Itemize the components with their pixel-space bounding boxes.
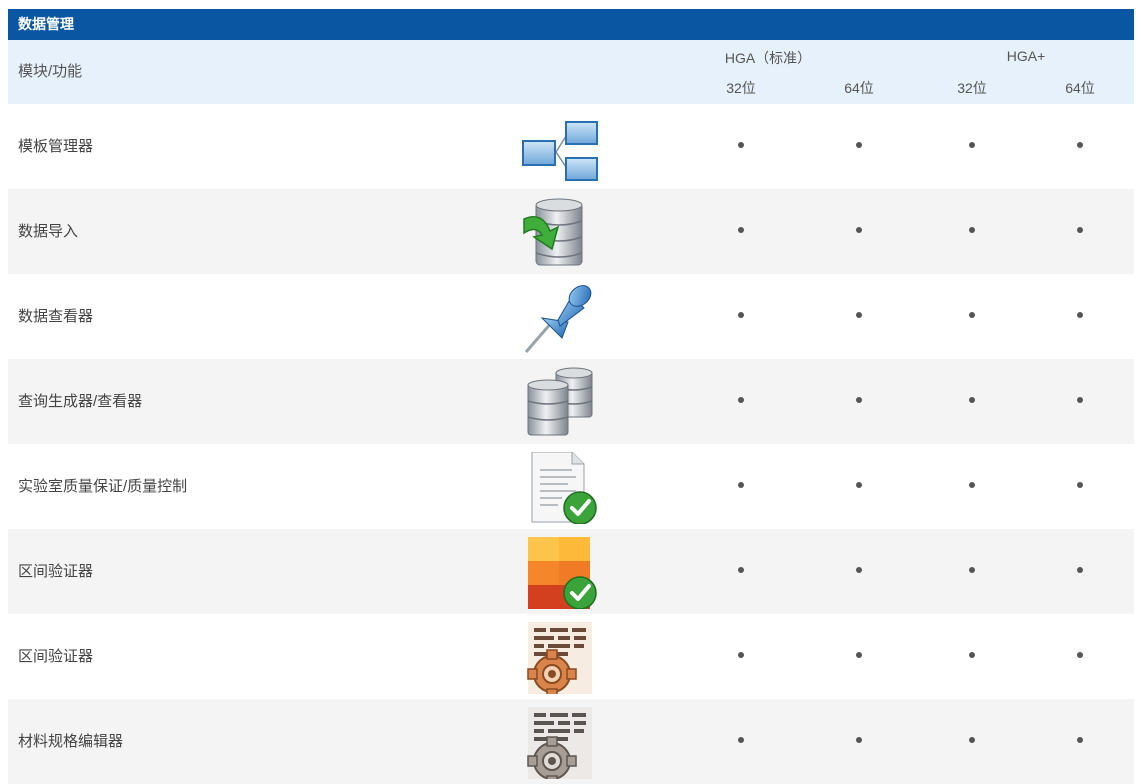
hga-plus-64bit-header: 64位 [1065, 80, 1095, 96]
module-name: 数据导入 [18, 223, 79, 240]
database-import-icon [522, 197, 598, 269]
table-row: 数据查看器 [8, 274, 1134, 359]
availability-dot [969, 312, 975, 318]
pushpin-icon [522, 282, 598, 354]
availability-dot [1077, 227, 1083, 233]
table-row: 模板管理器 [8, 104, 1134, 189]
availability-dot [738, 312, 744, 318]
availability-dot [1077, 397, 1083, 403]
hga-standard-64bit-header: 64位 [844, 80, 874, 96]
availability-dot [738, 482, 744, 488]
availability-dot [856, 227, 862, 233]
availability-dot [856, 567, 862, 573]
availability-dot [969, 652, 975, 658]
availability-dot [1077, 567, 1083, 573]
hga-standard-group-header: HGA（标准） [724, 50, 812, 66]
table-row: 实验室质量保证/质量控制 [8, 444, 1134, 529]
color-grid-check-icon [522, 537, 598, 609]
data-management-table: 数据管理 模块/功能 HGA（标准） HGA+ 32位 64位 32位 64位 … [8, 9, 1134, 784]
availability-dot [856, 312, 862, 318]
availability-dot [1077, 737, 1083, 743]
module-name: 区间验证器 [18, 648, 94, 665]
hga-standard-32bit-header: 32位 [726, 80, 756, 96]
availability-dot [738, 142, 744, 148]
table-row: 区间验证器 [8, 529, 1134, 614]
availability-dot [856, 482, 862, 488]
document-check-icon [522, 452, 598, 524]
availability-dot [738, 227, 744, 233]
table-row: 查询生成器/查看器 [8, 359, 1134, 444]
availability-dot [969, 737, 975, 743]
hga-plus-group-header: HGA+ [1006, 48, 1046, 64]
databases-icon [522, 367, 598, 439]
availability-dot [969, 482, 975, 488]
availability-dot [1077, 312, 1083, 318]
module-column-header: 模块/功能 [18, 63, 83, 80]
availability-dot [969, 397, 975, 403]
availability-dot [856, 397, 862, 403]
template-diagram-icon [522, 112, 598, 184]
availability-dot [738, 567, 744, 573]
availability-dot [1077, 142, 1083, 148]
module-name: 材料规格编辑器 [18, 733, 124, 750]
availability-dot [856, 737, 862, 743]
table-header: 模块/功能 HGA（标准） HGA+ 32位 64位 32位 64位 [8, 40, 1134, 104]
availability-dot [1077, 482, 1083, 488]
availability-dot [1077, 652, 1083, 658]
module-name: 实验室质量保证/质量控制 [18, 478, 188, 495]
availability-dot [738, 397, 744, 403]
availability-dot [738, 652, 744, 658]
table-row: 区间验证器 [8, 614, 1134, 699]
availability-dot [856, 652, 862, 658]
section-title: 数据管理 [8, 9, 1134, 40]
text-gear-icon [522, 622, 598, 694]
availability-dot [969, 227, 975, 233]
module-name: 模板管理器 [18, 138, 94, 155]
text-gear-gray-icon [522, 707, 598, 779]
availability-dot [969, 142, 975, 148]
table-row: 材料规格编辑器 [8, 699, 1134, 784]
hga-plus-32bit-header: 32位 [957, 80, 987, 96]
module-name: 区间验证器 [18, 563, 94, 580]
availability-dot [856, 142, 862, 148]
availability-dot [969, 567, 975, 573]
module-name: 查询生成器/查看器 [18, 393, 143, 410]
availability-dot [738, 737, 744, 743]
module-name: 数据查看器 [18, 308, 94, 325]
table-row: 数据导入 [8, 189, 1134, 274]
